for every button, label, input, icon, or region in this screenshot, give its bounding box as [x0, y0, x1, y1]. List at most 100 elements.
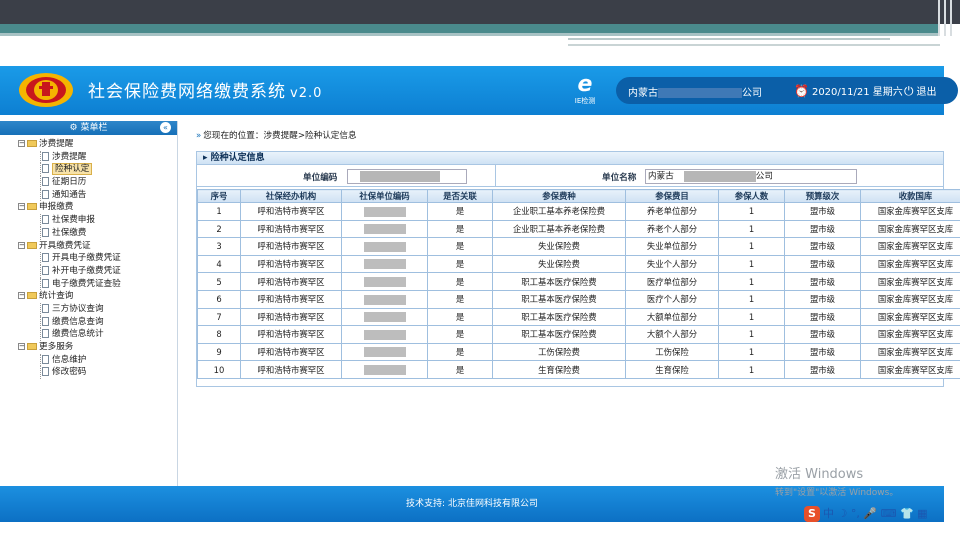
slide-teal-band	[0, 24, 940, 33]
table-row: 7 呼和浩特市赛罕区 是职工基本医疗保险费 大额单位部分 1 盟市级 国家金库赛罕区支库	[197, 307, 960, 327]
collapse-toggle-icon[interactable]: −	[18, 140, 25, 147]
toolbox-icon[interactable]: ▦	[917, 507, 927, 520]
ime-mode-label[interactable]: 中	[823, 507, 834, 520]
skin-icon[interactable]: 👕	[900, 507, 914, 520]
sidebar-item[interactable]: 通知通告	[18, 188, 177, 202]
table-cell: 盟市级	[784, 219, 861, 239]
folder-icon	[27, 203, 37, 211]
redacted-unit-code	[363, 329, 406, 340]
sidebar-item[interactable]: 社保费申报	[18, 214, 177, 227]
ie-check-button[interactable]: e IE检测	[568, 74, 602, 110]
document-icon	[42, 151, 49, 161]
table-cell: 盟市级	[784, 202, 861, 221]
moon-icon[interactable]: ☽	[838, 507, 848, 520]
logout-button[interactable]: ⏻ 退出	[904, 83, 937, 99]
document-icon	[42, 329, 49, 339]
sidebar-group[interactable]: − 统计查询	[18, 290, 177, 303]
folder-icon	[27, 241, 37, 249]
sidebar-item[interactable]: 涉费提醒	[18, 150, 177, 164]
breadcrumb-path[interactable]: 涉费提醒>险种认定信息	[263, 131, 356, 141]
column-header: 社保经办机构	[240, 189, 342, 203]
sidebar-item[interactable]: 征期日历	[18, 176, 177, 189]
table-cell: 呼和浩特市赛罕区	[240, 307, 342, 327]
table-cell: 1	[197, 202, 241, 221]
table-cell: 9	[197, 342, 241, 362]
unit-code-field[interactable]	[347, 169, 467, 184]
column-header: 参保人数	[718, 189, 785, 203]
collapse-toggle-icon[interactable]: −	[18, 241, 25, 249]
slide-divider	[568, 44, 940, 46]
mic-icon[interactable]: 🎤	[863, 507, 877, 520]
table-cell: 国家金库赛罕区支库	[860, 254, 960, 274]
app-version: v2.0	[290, 86, 323, 101]
table-cell: 7	[197, 307, 241, 327]
sidebar-item[interactable]: 三方协议查询	[18, 302, 177, 316]
table-cell: 国家金库赛罕区支库	[860, 342, 960, 362]
sidebar-item-label: 涉费提醒	[39, 139, 74, 149]
redacted-unit-code	[360, 171, 440, 182]
table-cell: 职工基本医疗保险费	[492, 272, 626, 291]
keyboard-icon[interactable]: ⌨	[881, 507, 897, 520]
app-title-reflection: 社会保险费网络缴费系统	[88, 84, 286, 94]
table-cell: 企业职工基本养老保险费	[492, 202, 626, 221]
unit-name-field[interactable]: 内蒙古 公司	[645, 169, 857, 184]
table-cell: 盟市级	[784, 360, 861, 379]
sidebar-group[interactable]: − 涉费提醒	[18, 138, 177, 151]
sidebar-item-label: 险种认定	[52, 163, 93, 176]
document-icon	[42, 367, 49, 377]
table-row: 8 呼和浩特市赛罕区 是职工基本医疗保险费 大额个人部分 1 盟市级 国家金库赛罕区支库	[197, 325, 960, 344]
sidebar-title: 菜单栏	[80, 123, 108, 133]
document-icon	[42, 265, 49, 275]
collapse-toggle-icon[interactable]: −	[18, 203, 25, 211]
folder-icon	[27, 140, 37, 147]
sidebar-item[interactable]: 缴费信息统计	[18, 328, 177, 341]
sidebar-group[interactable]: − 更多服务	[18, 341, 177, 354]
table-cell: 大额个人部分	[625, 325, 719, 344]
table-cell: 1	[718, 289, 785, 309]
redacted-unit-code	[363, 224, 406, 235]
document-icon	[42, 278, 49, 288]
table-cell: 呼和浩特市赛罕区	[240, 289, 342, 309]
punctuation-icon[interactable]: °,	[851, 507, 860, 520]
sidebar-item[interactable]: 修改密码	[18, 366, 177, 380]
sidebar-item-label: 缴费信息统计	[52, 329, 104, 340]
table-cell: 1	[718, 254, 785, 274]
sidebar-item[interactable]: 险种认定	[18, 163, 177, 177]
sidebar-item-label: 更多服务	[39, 342, 74, 352]
sidebar-item[interactable]: 电子缴费凭证查验	[18, 277, 177, 291]
slide-corner-bars	[934, 0, 960, 36]
redacted-unit-code	[363, 312, 406, 323]
sidebar-item-label: 通知通告	[52, 189, 87, 200]
sidebar-group[interactable]: − 开具缴费凭证	[18, 240, 177, 253]
redacted-org-name	[658, 88, 742, 98]
ime-toolbar[interactable]: S中 ☽ °, 🎤 ⌨ 👕 ▦	[804, 505, 944, 523]
table-cell: 8	[197, 325, 241, 344]
sogou-ime-icon[interactable]: S	[804, 506, 820, 522]
sidebar-item-label: 三方协议查询	[52, 303, 104, 314]
table-cell: 3	[197, 237, 241, 256]
sidebar-item[interactable]: 缴费信息查询	[18, 315, 177, 329]
collapse-toggle-icon[interactable]: −	[18, 343, 25, 350]
collapse-sidebar-icon[interactable]: «	[160, 122, 171, 133]
redacted-unit-name	[683, 171, 756, 182]
sidebar-group[interactable]: − 申报缴费	[18, 201, 177, 214]
table-cell: 呼和浩特市赛罕区	[240, 202, 342, 221]
sidebar-item[interactable]: 开具电子缴费凭证	[18, 252, 177, 265]
sidebar-item-label: 开具缴费凭证	[39, 240, 91, 251]
table-cell: 职工基本医疗保险费	[492, 289, 626, 309]
date-display: ⏰ 2020/11/21 星期六	[794, 84, 903, 98]
table-cell: 工伤保险费	[492, 342, 626, 362]
sidebar-item[interactable]: 信息维护	[18, 353, 177, 367]
bullet-icon: ▸	[203, 153, 208, 163]
clock-icon: ⏰	[794, 84, 809, 98]
table-cell: 大额单位部分	[625, 307, 719, 327]
sidebar-item[interactable]: 补开电子缴费凭证	[18, 264, 177, 278]
sidebar-item-label: 修改密码	[52, 367, 87, 378]
table-cell: 是	[427, 307, 493, 327]
collapse-toggle-icon[interactable]: −	[18, 292, 25, 300]
sidebar-item-label: 社保费申报	[52, 215, 95, 226]
sidebar-item[interactable]: 社保缴费	[18, 226, 177, 240]
table-cell: 国家金库赛罕区支库	[860, 219, 960, 239]
table-cell: 6	[197, 289, 241, 309]
document-icon	[42, 215, 49, 225]
